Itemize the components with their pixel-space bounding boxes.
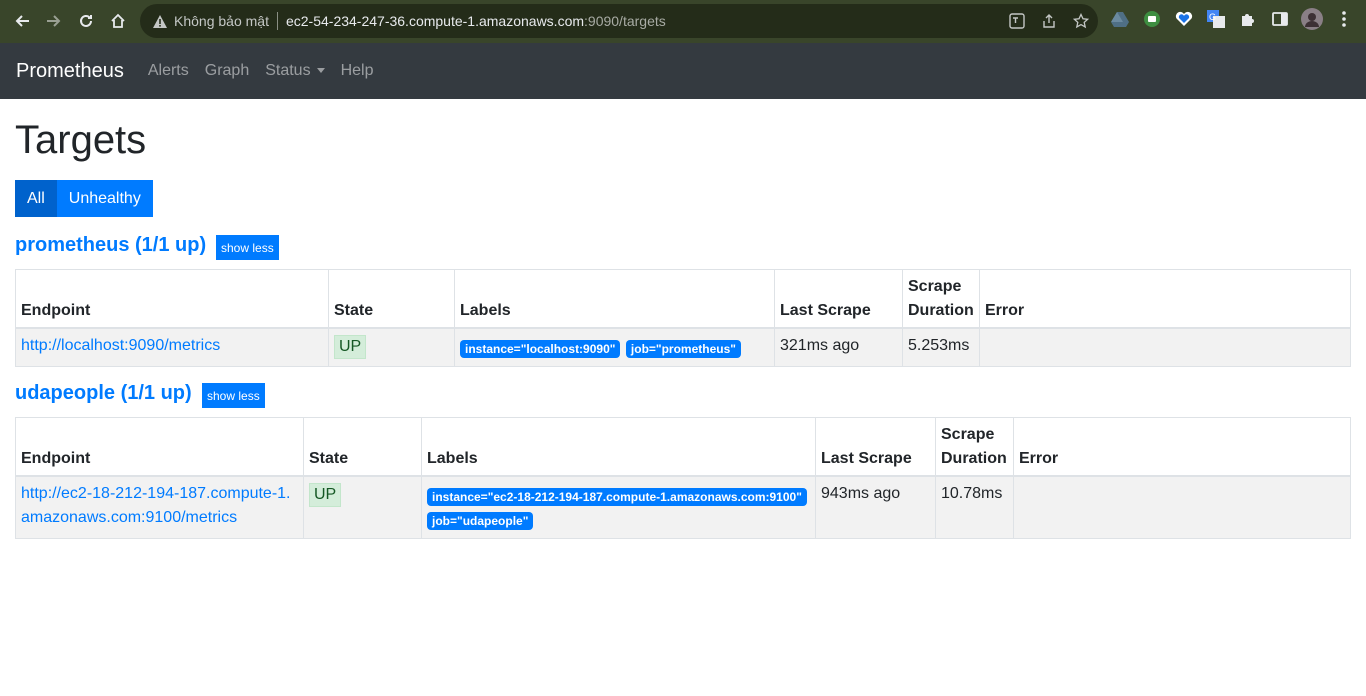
col-last-scrape: Last Scrape: [815, 417, 936, 477]
col-labels: Labels: [454, 269, 775, 329]
duration-cell: 5.253ms: [902, 327, 980, 367]
url-host: ec2-54-234-247-36.compute-1.amazonaws.co…: [285, 13, 585, 29]
labels-cell: instance="localhost:9090" job="prometheu…: [454, 327, 775, 367]
last-scrape-cell: 321ms ago: [774, 327, 903, 367]
col-endpoint: Endpoint: [15, 269, 329, 329]
table-row: http://localhost:9090/metrics UP instanc…: [15, 327, 1351, 367]
col-state: State: [303, 417, 422, 477]
label-badge-instance: instance="ec2-18-212-194-187.compute-1.a…: [427, 487, 807, 506]
chevron-down-icon: [316, 68, 325, 74]
forward-icon[interactable]: [38, 5, 70, 37]
brand-logo-text[interactable]: Prometheus: [16, 60, 124, 83]
share-icon[interactable]: [1040, 12, 1058, 30]
col-scrape-duration-line1: Scrape: [941, 425, 995, 443]
col-error: Error: [979, 269, 1351, 329]
insecure-label[interactable]: Không bảo mật: [174, 13, 269, 29]
labels-cell: instance="ec2-18-212-194-187.compute-1.a…: [421, 475, 816, 539]
profile-avatar[interactable]: [1301, 8, 1323, 30]
table-header-row: Endpoint State Labels Last Scrape Scrape…: [15, 417, 1351, 477]
endpoint-link[interactable]: http://localhost:9090/metrics: [21, 337, 220, 354]
heart-extension-icon[interactable]: [1173, 8, 1195, 30]
star-icon[interactable]: [1072, 12, 1090, 30]
show-less-button[interactable]: show less: [216, 235, 279, 260]
reload-icon[interactable]: [70, 5, 102, 37]
back-icon[interactable]: [6, 5, 38, 37]
side-panel-icon[interactable]: [1269, 8, 1291, 30]
svg-text:G: G: [1209, 12, 1216, 22]
omnibox-divider: [276, 12, 278, 30]
col-scrape-duration-line2: Duration: [941, 449, 1007, 467]
browser-toolbar: Không bảo mật ec2-54-234-247-36.compute-…: [0, 0, 1366, 43]
app-navbar: Prometheus Alerts Graph Status Help: [0, 43, 1366, 99]
state-cell: UP: [303, 475, 422, 539]
extensions-puzzle-icon[interactable]: [1237, 8, 1259, 30]
col-error: Error: [1013, 417, 1351, 477]
targets-table-prometheus: Endpoint State Labels Last Scrape Scrape…: [15, 269, 1351, 367]
home-icon[interactable]: [102, 5, 134, 37]
col-scrape-duration-line1: Scrape: [908, 277, 962, 295]
translate-icon[interactable]: [1008, 12, 1026, 30]
filter-all-button[interactable]: All: [15, 180, 57, 217]
endpoint-cell: http://ec2-18-212-194-187.compute-1. amaz…: [15, 475, 304, 539]
col-state: State: [328, 269, 455, 329]
pool-title-udapeople[interactable]: udapeople (1/1 up): [15, 382, 192, 405]
table-row: http://ec2-18-212-194-187.compute-1. amaz…: [15, 475, 1351, 539]
google-translate-extension-icon[interactable]: G: [1205, 8, 1227, 30]
nav-alerts[interactable]: Alerts: [148, 62, 189, 80]
warning-icon[interactable]: [152, 13, 168, 29]
col-endpoint: Endpoint: [15, 417, 304, 477]
label-badge-job: job="udapeople": [427, 511, 534, 530]
menu-kebab-icon[interactable]: [1333, 8, 1355, 30]
endpoint-link-line2: amazonaws.com:9100/metrics: [21, 508, 238, 526]
label-badge-instance: instance="localhost:9090": [460, 339, 621, 358]
col-last-scrape: Last Scrape: [774, 269, 903, 329]
endpoint-link-line1: http://ec2-18-212-194-187.compute-1.: [21, 484, 291, 502]
url-path: :9090/targets: [584, 13, 666, 29]
state-cell: UP: [328, 327, 455, 367]
col-scrape-duration-line2: Duration: [908, 301, 974, 319]
robot-extension-icon[interactable]: [1141, 8, 1163, 30]
pool-title-prometheus[interactable]: prometheus (1/1 up): [15, 234, 206, 257]
show-less-button[interactable]: show less: [202, 383, 265, 408]
table-header-row: Endpoint State Labels Last Scrape Scrape…: [15, 269, 1351, 329]
state-badge: UP: [309, 482, 342, 507]
drive-extension-icon[interactable]: [1109, 8, 1131, 30]
state-badge: UP: [334, 334, 367, 359]
filter-unhealthy-button[interactable]: Unhealthy: [56, 180, 153, 217]
filter-button-group: All Unhealthy: [15, 180, 153, 217]
nav-status-label: Status: [265, 62, 311, 79]
nav-status[interactable]: Status: [265, 62, 325, 80]
page-title: Targets: [15, 118, 147, 162]
error-cell: [979, 327, 1351, 367]
endpoint-link[interactable]: http://ec2-18-212-194-187.compute-1. amaz…: [21, 485, 291, 526]
nav-help[interactable]: Help: [341, 62, 374, 80]
col-scrape-duration: Scrape Duration: [902, 269, 980, 329]
duration-cell: 10.78ms: [935, 475, 1014, 539]
address-bar[interactable]: Không bảo mật ec2-54-234-247-36.compute-…: [140, 4, 1098, 38]
endpoint-cell: http://localhost:9090/metrics: [15, 327, 329, 367]
label-badge-job: job="prometheus": [625, 339, 741, 358]
targets-table-udapeople: Endpoint State Labels Last Scrape Scrape…: [15, 417, 1351, 539]
col-scrape-duration: Scrape Duration: [935, 417, 1014, 477]
error-cell: [1013, 475, 1351, 539]
col-labels: Labels: [421, 417, 816, 477]
nav-graph[interactable]: Graph: [205, 62, 249, 80]
last-scrape-cell: 943ms ago: [815, 475, 936, 539]
